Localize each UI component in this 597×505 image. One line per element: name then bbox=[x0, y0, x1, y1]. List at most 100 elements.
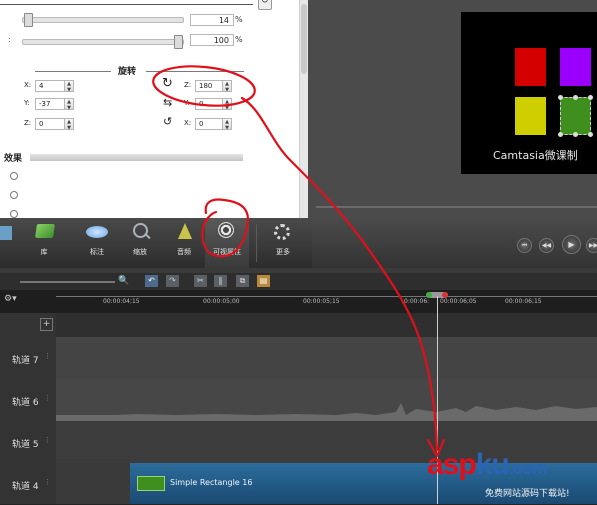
position-y-input[interactable]: -37 bbox=[35, 98, 65, 110]
track-area-top bbox=[56, 313, 597, 338]
rotation-z-input[interactable]: 180 bbox=[195, 80, 223, 92]
rewind-button[interactable]: ◀◀ bbox=[539, 238, 554, 253]
cut-icon[interactable]: ✂ bbox=[194, 275, 207, 287]
selection-handle[interactable] bbox=[558, 95, 563, 100]
effect-option-1[interactable] bbox=[10, 172, 18, 180]
track-lane[interactable] bbox=[56, 379, 597, 422]
rotation-x-label: X: bbox=[184, 119, 192, 127]
selection-handle[interactable] bbox=[588, 95, 593, 100]
track-lane[interactable] bbox=[56, 337, 597, 380]
preview-scrubber[interactable] bbox=[316, 206, 597, 208]
playhead-in[interactable] bbox=[426, 292, 432, 298]
preview-canvas[interactable]: Camtasia微课制 bbox=[461, 12, 597, 174]
track-header[interactable]: 轨道 6 ⋮ bbox=[0, 379, 56, 422]
preview-caption: Camtasia微课制 bbox=[493, 149, 578, 162]
tool-library[interactable]: 库 bbox=[24, 218, 64, 268]
lock-icon[interactable]: ⋮ bbox=[44, 352, 51, 360]
rotation-x-stepper[interactable]: ▲ ▼ bbox=[223, 118, 232, 131]
yellow-square[interactable] bbox=[515, 97, 546, 135]
previous-button[interactable]: ⏮ bbox=[517, 238, 532, 253]
position-heading-line bbox=[35, 71, 111, 72]
tool-callout[interactable]: 标注 bbox=[77, 218, 117, 268]
watermark-tagline: 免费网站源码下载站! bbox=[485, 489, 570, 499]
scale-label-fragment: : bbox=[8, 35, 11, 44]
properties-scrollbar-thumb[interactable] bbox=[301, 4, 307, 74]
partial-icon bbox=[0, 226, 12, 240]
rotation-x-input[interactable]: 0 bbox=[195, 118, 223, 130]
track-header[interactable]: 轨道 5 ⋮ bbox=[0, 421, 56, 464]
selection-handle[interactable] bbox=[588, 132, 593, 137]
track-header[interactable]: 轨道 7 ⋮ bbox=[0, 337, 56, 380]
effect-option-3[interactable] bbox=[10, 210, 18, 218]
lock-icon[interactable]: ⋮ bbox=[44, 436, 51, 444]
track-name: 轨道 6 bbox=[12, 398, 39, 408]
position-z-input[interactable]: 0 bbox=[35, 118, 65, 130]
rotation-z-label: Z: bbox=[184, 81, 192, 89]
tool-callout-label: 标注 bbox=[90, 248, 104, 256]
tool-audio[interactable]: 音频 bbox=[164, 218, 204, 268]
tool-visual-properties[interactable]: 可视属性 bbox=[205, 218, 249, 268]
scale-unit: % bbox=[235, 35, 243, 44]
effect-option-2[interactable] bbox=[10, 191, 18, 199]
purple-square[interactable] bbox=[560, 48, 591, 86]
rotation-y-stepper[interactable]: ▲ ▼ bbox=[223, 98, 232, 111]
tool-zoom[interactable]: 缩放 bbox=[120, 218, 160, 268]
effects-header-bar bbox=[30, 154, 243, 161]
rotation-heading: 旋转 bbox=[118, 67, 137, 77]
red-square[interactable] bbox=[515, 48, 546, 86]
redo-icon[interactable]: ↷ bbox=[166, 275, 179, 287]
rotation-z-stepper[interactable]: ▲ ▼ bbox=[223, 80, 232, 93]
position-x-stepper[interactable]: ▲ ▼ bbox=[65, 80, 74, 93]
refresh-icon: ↻ bbox=[261, 0, 269, 6]
position-x-input[interactable]: 4 bbox=[35, 80, 65, 92]
visual-properties-icon bbox=[218, 222, 234, 238]
properties-scrollbar[interactable] bbox=[299, 0, 308, 220]
timeline-zoom-slider[interactable] bbox=[20, 281, 115, 283]
opacity-slider[interactable] bbox=[22, 17, 184, 23]
tool-partial[interactable] bbox=[0, 218, 18, 268]
scale-input[interactable]: 100 bbox=[190, 34, 234, 46]
copy-icon[interactable]: ⧉ bbox=[236, 275, 249, 287]
split-icon[interactable]: ‖ bbox=[214, 275, 227, 287]
watermark-brand-b: ku bbox=[475, 448, 510, 481]
clip-label: Simple Rectangle 16 bbox=[170, 478, 253, 487]
watermark-brand-c: .com bbox=[508, 458, 548, 478]
paste-icon[interactable]: ▤ bbox=[257, 275, 270, 287]
forward-button[interactable]: ▶▶ bbox=[586, 238, 597, 253]
play-button[interactable]: ▶ bbox=[562, 235, 581, 254]
watermark-logo: aspku.com bbox=[427, 448, 548, 485]
track-name: 轨道 5 bbox=[12, 440, 39, 450]
watermark-brand-a: asp bbox=[427, 448, 477, 481]
ruler-baseline bbox=[56, 296, 597, 297]
selection-handle[interactable] bbox=[558, 132, 563, 137]
ruler-tick: 00:00:05;00 bbox=[203, 298, 240, 305]
zoom-magnifier-icon[interactable]: 🔍 bbox=[118, 276, 129, 286]
position-z-stepper[interactable]: ▲ ▼ bbox=[65, 118, 74, 131]
library-icon bbox=[35, 224, 55, 238]
selection-handle[interactable] bbox=[573, 132, 578, 137]
gear-icon[interactable]: ⚙▾ bbox=[4, 294, 17, 304]
undo-icon[interactable]: ↶ bbox=[145, 275, 158, 287]
green-square[interactable] bbox=[558, 95, 593, 137]
ruler-tick: 00:00:06;05 bbox=[440, 298, 477, 305]
add-track-button[interactable]: + bbox=[40, 318, 53, 331]
lock-icon[interactable]: ⋮ bbox=[44, 478, 51, 486]
tools-toolbar: 库 标注 缩放 音频 可视属性 更多 bbox=[0, 218, 312, 268]
playhead-out[interactable] bbox=[442, 292, 448, 298]
lock-icon[interactable]: ⋮ bbox=[44, 394, 51, 402]
track-header[interactable]: 轨道 4 ⋮ bbox=[0, 463, 56, 505]
tool-more[interactable]: 更多 bbox=[263, 218, 303, 268]
opacity-input[interactable]: 14 bbox=[190, 14, 234, 26]
timeline-toolbar: 🔍 ↶ ↷ ✂ ‖ ⧉ ▤ bbox=[0, 273, 597, 290]
rotation-y-input[interactable]: 0 bbox=[195, 98, 223, 110]
selection-handle[interactable] bbox=[573, 95, 578, 100]
reset-button[interactable]: ↻ bbox=[258, 0, 272, 10]
track-name: 轨道 7 bbox=[12, 356, 39, 366]
player-controls: ⏮ ◀◀ ▶ ▶▶ bbox=[312, 218, 597, 268]
opacity-slider-thumb[interactable] bbox=[24, 13, 33, 27]
scale-slider-thumb[interactable] bbox=[174, 35, 183, 49]
timeline-ruler[interactable]: ⚙▾ 00:00:04;15 00:00:05;00 00:00:05;15 0… bbox=[0, 290, 597, 313]
scale-slider[interactable] bbox=[22, 39, 184, 45]
position-y-stepper[interactable]: ▲ ▼ bbox=[65, 98, 74, 111]
clip-thumbnail bbox=[137, 476, 165, 491]
